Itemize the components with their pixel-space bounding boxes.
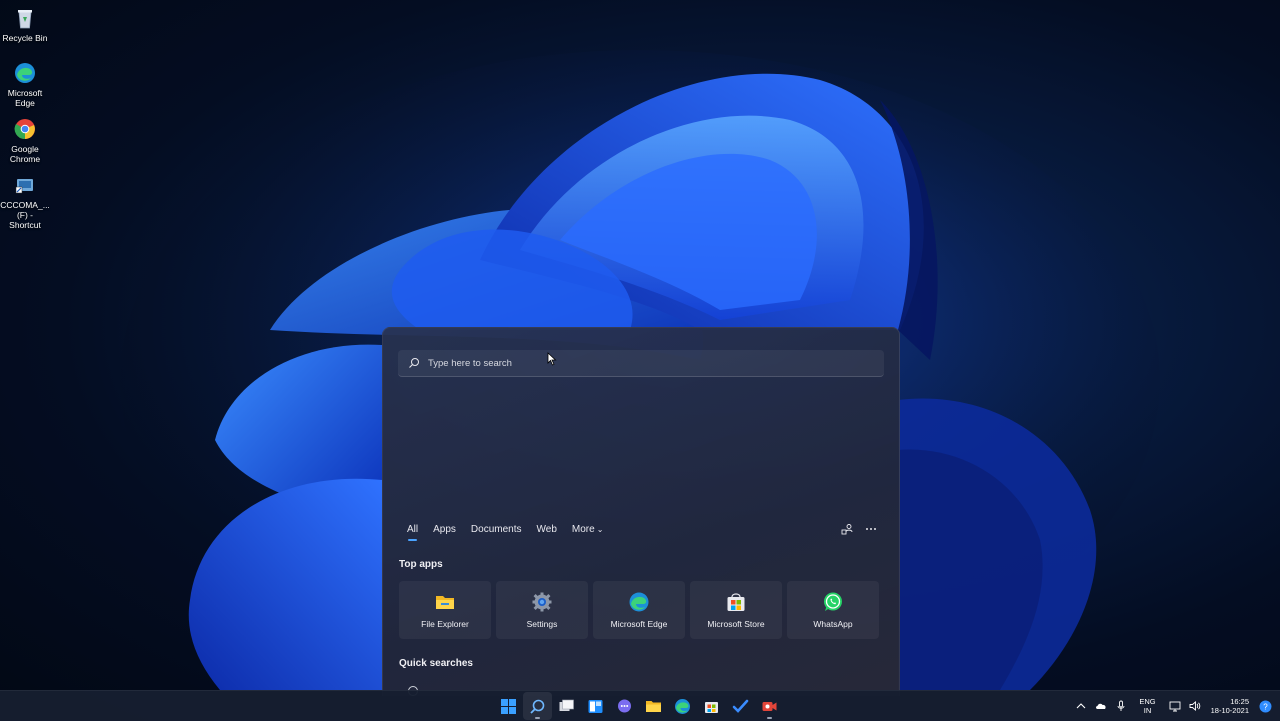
desktop-icon-recycle-bin[interactable]: Recycle Bin xyxy=(0,6,50,43)
start-button[interactable] xyxy=(494,692,523,720)
recycle-bin-icon xyxy=(18,10,32,29)
app-label: File Explorer xyxy=(421,619,469,629)
search-filter-tabs: All Apps Documents Web More ⌄ xyxy=(407,524,618,541)
tab-apps[interactable]: Apps xyxy=(433,524,456,541)
camera-icon xyxy=(762,701,777,711)
chrome-icon xyxy=(14,119,35,140)
app-label: WhatsApp xyxy=(813,619,853,629)
language-code: ENG xyxy=(1139,697,1156,706)
taskbar-apps xyxy=(494,691,784,721)
onedrive-cloud-icon[interactable] xyxy=(1095,700,1107,712)
todo-button[interactable] xyxy=(726,692,755,720)
edge-icon xyxy=(675,698,690,714)
edge-icon xyxy=(629,592,649,612)
tab-web[interactable]: Web xyxy=(537,524,557,541)
more-options-icon[interactable] xyxy=(865,523,877,535)
mouse-cursor-icon xyxy=(547,352,557,366)
clock-date: 18-10-2021 xyxy=(1210,706,1249,715)
app-label: Microsoft Edge xyxy=(610,619,668,629)
volume-icon[interactable] xyxy=(1189,700,1201,712)
system-tray: ENG IN 16:25 18-10-2021 ? xyxy=(1071,691,1280,721)
store-button[interactable] xyxy=(697,692,726,720)
desktop-icon-shortcut[interactable]: CCCOMA_... (F) - Shortcut xyxy=(0,173,50,230)
taskbar-search-button[interactable] xyxy=(523,692,552,720)
desktop-icon-label: Microsoft Edge xyxy=(7,88,43,108)
settings-gear-icon xyxy=(532,592,552,612)
tab-all[interactable]: All xyxy=(407,524,418,541)
desktop-icon-label: Google Chrome xyxy=(9,144,41,164)
edge-button[interactable] xyxy=(668,692,697,720)
tab-label: Documents xyxy=(470,524,522,535)
tab-documents[interactable]: Documents xyxy=(471,524,522,541)
desktop-icon-edge[interactable]: Microsoft Edge xyxy=(0,61,50,108)
widgets-button[interactable] xyxy=(581,692,610,720)
microphone-icon[interactable] xyxy=(1115,700,1127,712)
app-tile-settings[interactable]: Settings xyxy=(496,581,588,639)
tab-label: More xyxy=(571,524,595,535)
account-switch-icon[interactable] xyxy=(841,523,853,535)
chevron-down-icon: ⌄ xyxy=(596,525,604,534)
store-icon xyxy=(727,593,745,611)
quick-searches-title: Quick searches xyxy=(399,658,473,669)
desktop-icon-label: CCCOMA_... (F) - Shortcut xyxy=(0,200,50,230)
app-tile-whatsapp[interactable]: WhatsApp xyxy=(787,581,879,639)
svg-text:?: ? xyxy=(1263,702,1268,711)
whatsapp-icon xyxy=(824,592,842,611)
active-indicator xyxy=(767,717,772,719)
app-label: Settings xyxy=(526,619,558,629)
search-panel: All Apps Documents Web More⌄ Top apps Fi… xyxy=(382,327,900,696)
search-input[interactable] xyxy=(426,356,870,370)
task-view-button[interactable] xyxy=(552,692,581,720)
search-box[interactable] xyxy=(398,350,884,377)
task-view-icon xyxy=(559,699,574,711)
tab-label: All xyxy=(407,524,419,535)
chat-button[interactable] xyxy=(610,692,639,720)
file-explorer-button[interactable] xyxy=(639,692,668,720)
search-actions xyxy=(841,523,877,535)
search-icon xyxy=(409,358,419,368)
store-icon xyxy=(705,701,718,713)
app-label: Microsoft Store xyxy=(707,619,765,629)
widgets-icon xyxy=(588,699,603,713)
tab-more[interactable]: More ⌄ xyxy=(572,524,604,541)
search-icon xyxy=(530,699,545,714)
clock-time: 16:25 xyxy=(1230,696,1249,706)
shortcut-icon xyxy=(15,179,33,194)
top-apps-list: File Explorer Settings Microsoft Edge Mi… xyxy=(399,581,879,639)
file-explorer-icon xyxy=(646,700,661,712)
active-indicator xyxy=(535,717,540,719)
keyboard-region: IN xyxy=(1143,706,1152,715)
edge-icon xyxy=(15,63,35,83)
desktop-icon-chrome[interactable]: Google Chrome xyxy=(0,117,50,164)
todo-icon xyxy=(732,699,749,713)
tab-label: Apps xyxy=(433,524,456,535)
app-tile-file-explorer[interactable]: File Explorer xyxy=(399,581,491,639)
network-icon[interactable] xyxy=(1169,700,1181,712)
app-tile-microsoft-store[interactable]: Microsoft Store xyxy=(690,581,782,639)
camera-button[interactable] xyxy=(755,692,784,720)
app-tile-microsoft-edge[interactable]: Microsoft Edge xyxy=(593,581,685,639)
tab-label: Web xyxy=(536,524,557,535)
start-icon xyxy=(501,698,516,714)
top-apps-title: Top apps xyxy=(399,559,443,570)
chat-icon xyxy=(618,699,631,712)
chevron-up-icon[interactable] xyxy=(1075,700,1087,712)
file-explorer-icon xyxy=(436,596,454,609)
taskbar: ENG IN 16:25 18-10-2021 ? xyxy=(0,690,1280,721)
help-icon[interactable]: ? xyxy=(1259,700,1272,713)
desktop-icon-label: Recycle Bin xyxy=(2,33,48,43)
clock[interactable]: 16:25 18-10-2021 xyxy=(1211,697,1249,716)
language-indicator[interactable]: ENG IN xyxy=(1139,697,1155,715)
